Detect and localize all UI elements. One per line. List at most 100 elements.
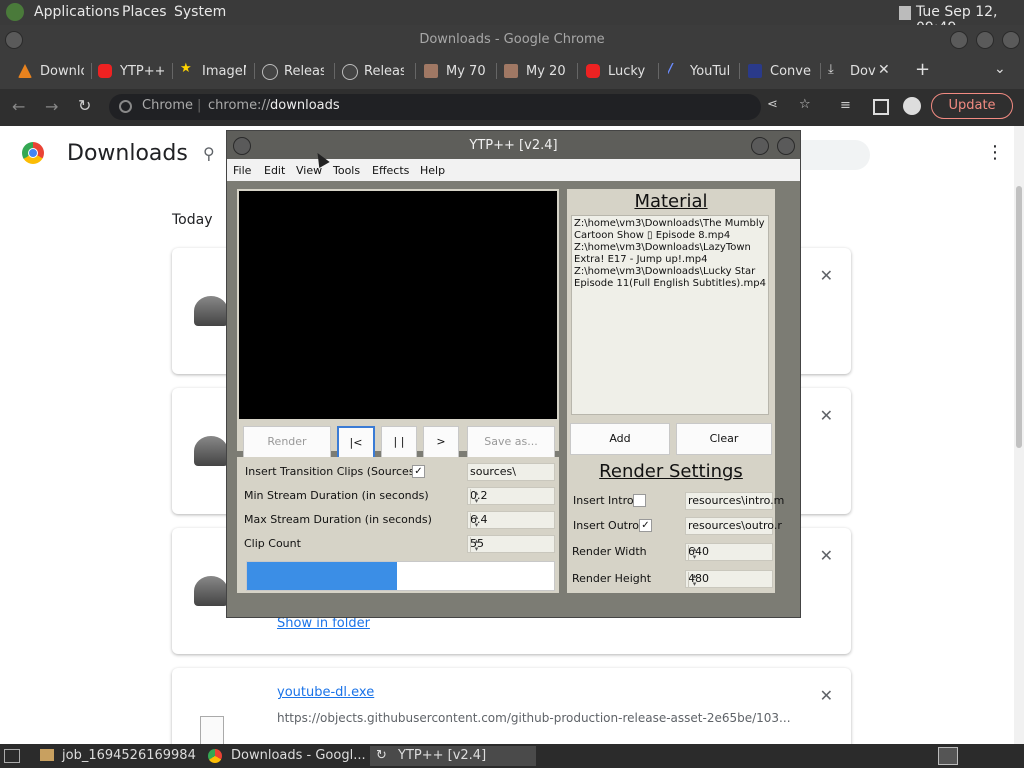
taskbar-item[interactable]: job_1694526169984 [40,746,200,766]
battery-icon[interactable] [899,6,911,20]
tab[interactable]: My 70' [424,55,486,89]
spinner-icon[interactable]: ▴ ▾ [688,545,700,561]
minimize-icon[interactable] [751,137,769,155]
file-name-link[interactable]: youtube-dl.exe [277,685,374,700]
media-controls-icon[interactable]: ≡ [840,98,851,113]
menu-effects[interactable]: Effects [372,164,409,177]
material-list[interactable]: Z:\home\vm3\Downloads\The Mumbly Cartoon… [571,215,769,415]
remove-download-icon[interactable]: ✕ [820,686,833,705]
tab[interactable]: Releas [342,55,404,89]
material-item[interactable]: Z:\home\vm3\Downloads\LazyTown Extra! E1… [574,242,766,266]
intro-checkbox[interactable] [633,494,646,507]
omnibox-path: downloads [270,98,340,113]
clear-button[interactable]: Clear [676,423,772,455]
tab-search-chevron-icon[interactable]: ⌄ [994,61,1006,77]
max-duration-input[interactable]: 6.4 ▴ ▾ [467,511,555,529]
menu-edit[interactable]: Edit [264,164,285,177]
forward-icon[interactable]: → [45,97,58,116]
tab-label: My 70' [446,64,486,79]
tab[interactable]: Downlo [18,55,84,89]
distro-logo-icon[interactable] [6,3,24,21]
tab-label: ImageM [202,64,246,79]
intro-label: Insert Intro [573,494,634,507]
tab[interactable]: YTP++ [98,55,164,89]
side-panel-icon[interactable] [873,99,889,115]
system-menu[interactable]: System [174,4,226,20]
ytp-menubar: File Edit View Tools Effects Help [227,159,800,181]
forward-button[interactable]: > [423,426,459,458]
render-button[interactable]: Render [243,426,331,458]
menu-help[interactable]: Help [420,164,445,177]
transition-sources-input[interactable]: sources\ [467,463,555,481]
tab-active[interactable]: ⤓ Dov [828,55,878,89]
omnibox-site: Chrome [142,98,193,113]
transition-checkbox[interactable]: ✓ [412,465,425,478]
new-tab-icon[interactable]: + [915,59,930,80]
github-icon [342,64,358,80]
add-button[interactable]: Add [570,423,670,455]
omnibox[interactable]: Chrome | chrome:// downloads ⋖ ☆ [109,94,811,120]
spinner-icon[interactable]: ▴ ▾ [470,513,482,529]
reload-icon[interactable]: ↻ [78,96,91,115]
minimize-icon[interactable] [950,31,968,49]
show-in-folder-link[interactable]: Show in folder [277,616,370,631]
workspace-switcher-icon[interactable] [938,747,958,765]
tab-divider [739,63,740,79]
bookmark-star-icon[interactable]: ☆ [799,97,811,112]
maximize-icon[interactable] [976,31,994,49]
profile-avatar-icon[interactable] [903,97,921,115]
places-menu[interactable]: Places [122,4,167,20]
avatar-icon [504,64,518,78]
spinner-icon[interactable]: ▴ ▾ [688,572,700,588]
tab[interactable]: Releas [262,55,324,89]
star-icon: ★ [180,61,192,76]
remove-download-icon[interactable]: ✕ [820,406,833,425]
render-width-input[interactable]: 640 ▴ ▾ [685,543,773,561]
show-desktop-icon[interactable] [4,749,20,763]
min-duration-input[interactable]: 0.2 ▴ ▾ [467,487,555,505]
outro-path-input[interactable]: resources\outro.r [685,517,782,535]
tab-divider [334,63,335,79]
page-title: Downloads [67,141,188,166]
clip-count-input[interactable]: 55 ▴ ▾ [467,535,555,553]
rewind-button[interactable]: |< [337,426,375,460]
tab[interactable]: / YouTul [668,55,730,89]
menu-file[interactable]: File [233,164,251,177]
spinner-icon[interactable]: ▴ ▾ [470,537,482,553]
share-icon[interactable]: ⋖ [767,97,778,112]
pause-button[interactable]: | | [381,426,417,458]
tab-divider [172,63,173,79]
close-tab-icon[interactable]: ✕ [878,62,890,78]
menu-tools[interactable]: Tools [333,164,360,177]
render-height-input[interactable]: 480 ▴ ▾ [685,570,773,588]
applications-menu[interactable]: Applications [34,4,120,20]
tab[interactable]: Conver [748,55,812,89]
search-bar[interactable] [798,140,870,170]
preview-panel: Render |< | | > Save as... [237,189,559,460]
spinner-icon[interactable]: ▴ ▾ [470,489,482,505]
more-menu-icon[interactable]: ⋮ [986,142,1004,163]
material-item[interactable]: Z:\home\vm3\Downloads\The Mumbly Cartoon… [574,218,766,242]
search-icon[interactable]: ⚲ [203,144,215,163]
back-icon[interactable]: ← [12,97,25,116]
intro-path-input[interactable]: resources\intro.m [685,492,784,510]
close-icon[interactable] [1002,31,1020,49]
tab[interactable]: Lucky S [586,55,648,89]
save-as-button[interactable]: Save as... [467,426,555,458]
update-button[interactable]: Update [931,93,1013,119]
tab-label: Conver [770,64,812,79]
material-item[interactable]: Z:\home\vm3\Downloads\Lucky Star Episode… [574,266,766,290]
taskbar-item-active[interactable]: ↻ YTP++ [v2.4] [370,746,536,766]
remove-download-icon[interactable]: ✕ [820,546,833,565]
close-icon[interactable] [777,137,795,155]
vlc-icon [18,64,32,78]
remove-download-icon[interactable]: ✕ [820,266,833,285]
tab[interactable]: My 200 [504,55,566,89]
taskbar-item[interactable]: Downloads - Googl... [206,746,366,766]
outro-checkbox[interactable]: ✓ [639,519,652,532]
tab[interactable]: ★ ImageM [180,55,246,89]
page-scrollbar[interactable] [1014,126,1024,744]
progress-fill [247,562,398,590]
taskbar-label: Downloads - Googl... [231,748,366,763]
scrollbar-thumb[interactable] [1016,186,1022,448]
